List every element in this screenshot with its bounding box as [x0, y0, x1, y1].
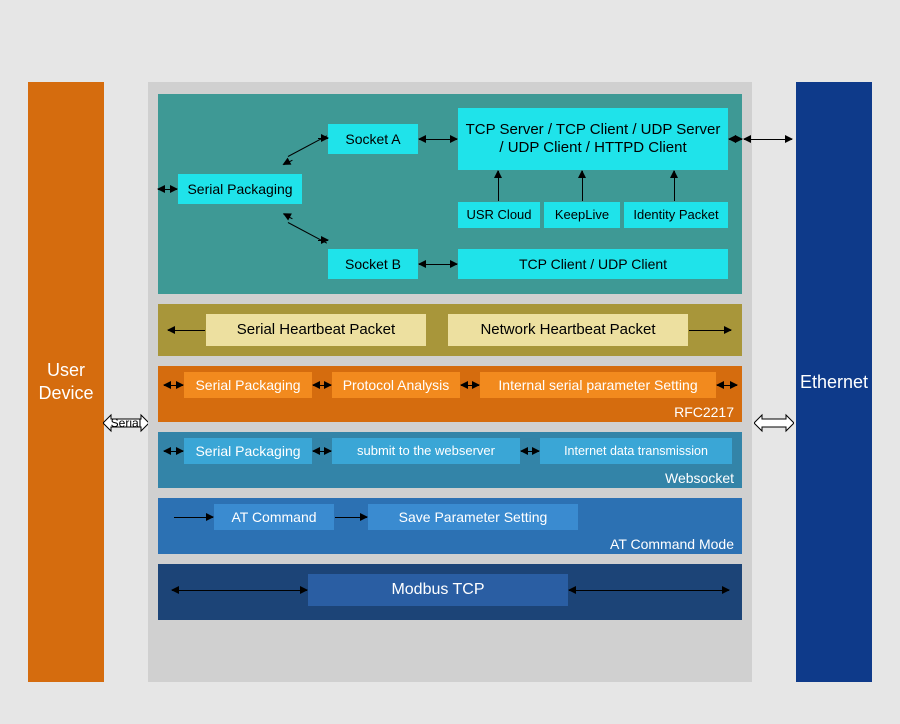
serial-heartbeat-text: Serial Heartbeat Packet [237, 321, 395, 339]
serial-packaging-text: Serial Packaging [187, 181, 292, 198]
rfc-serial-packaging-box: Serial Packaging [184, 372, 312, 398]
main-panel: Serial Packaging Socket A Socket B TCP S… [148, 82, 752, 682]
arrow [729, 139, 742, 140]
user-device-label: User Device [38, 359, 93, 406]
identity-text: Identity Packet [633, 207, 718, 223]
modbus-text: Modbus TCP [391, 580, 484, 599]
arrow [158, 189, 177, 190]
arrow [335, 517, 367, 518]
socket-a-box: Socket A [328, 124, 418, 154]
websocket-group: Serial Packaging submit to the webserver… [158, 432, 742, 488]
arrow [717, 385, 737, 386]
save-param-box: Save Parameter Setting [368, 504, 578, 530]
modbus-group: Modbus TCP [158, 564, 742, 620]
usr-cloud-box: USR Cloud [458, 202, 540, 228]
serial-packaging-box: Serial Packaging [178, 174, 302, 204]
keeplive-text: KeepLive [555, 207, 609, 223]
arrow [283, 160, 292, 166]
arrow [689, 330, 731, 331]
ws-submit-text: submit to the webserver [357, 443, 495, 459]
diagram-canvas: User Device Ethernet Serial Serial Packa… [0, 0, 900, 724]
rfc2217-group: Serial Packaging Protocol Analysis Inter… [158, 366, 742, 422]
arrow [172, 590, 307, 591]
arrow [744, 139, 792, 140]
ws-internet-text: Internet data transmission [564, 444, 708, 459]
internal-setting-box: Internal serial parameter Setting [480, 372, 716, 398]
protocol-analysis-box: Protocol Analysis [332, 372, 460, 398]
arrow [521, 451, 539, 452]
ws-internet-box: Internet data transmission [540, 438, 732, 464]
arrow [174, 517, 213, 518]
arrow [419, 139, 457, 140]
rfc2217-label: RFC2217 [674, 404, 734, 420]
ethernet-block: Ethernet [796, 82, 872, 682]
socket-a-text: Socket A [345, 131, 400, 148]
socket-b-text: Socket B [345, 256, 401, 273]
heartbeat-group: Serial Heartbeat Packet Network Heartbea… [158, 304, 742, 356]
usr-cloud-text: USR Cloud [466, 207, 531, 223]
protocol-analysis-text: Protocol Analysis [343, 377, 450, 394]
tcp-udp-client-box: TCP Client / UDP Client [458, 249, 728, 279]
at-mode-label: AT Command Mode [610, 536, 734, 552]
arrow [164, 385, 183, 386]
modbus-box: Modbus TCP [308, 574, 568, 606]
arrow [569, 590, 729, 591]
ws-serial-packaging-box: Serial Packaging [184, 438, 312, 464]
ws-submit-box: submit to the webserver [332, 438, 520, 464]
serial-label: Serial [111, 416, 142, 430]
user-device-block: User Device [28, 82, 104, 682]
serial-heartbeat-box: Serial Heartbeat Packet [206, 314, 426, 346]
tcp-modes-text: TCP Server / TCP Client / UDP Server / U… [462, 121, 724, 157]
ws-serial-packaging-text: Serial Packaging [195, 443, 300, 460]
at-command-group: AT Command Save Parameter Setting AT Com… [158, 498, 742, 554]
at-command-box: AT Command [214, 504, 334, 530]
arrow [582, 171, 583, 201]
save-param-text: Save Parameter Setting [399, 509, 548, 526]
at-command-text: AT Command [231, 509, 316, 526]
tcp-udp-client-text: TCP Client / UDP Client [519, 256, 667, 273]
arrow [168, 330, 205, 331]
network-heartbeat-box: Network Heartbeat Packet [448, 314, 688, 346]
keeplive-box: KeepLive [544, 202, 620, 228]
arrow [164, 451, 183, 452]
arrow [461, 385, 479, 386]
internal-setting-text: Internal serial parameter Setting [498, 377, 697, 394]
network-heartbeat-text: Network Heartbeat Packet [480, 321, 655, 339]
arrow [313, 385, 331, 386]
arrow [318, 240, 328, 241]
arrow [313, 451, 331, 452]
websocket-label: Websocket [665, 470, 734, 486]
identity-box: Identity Packet [624, 202, 728, 228]
arrow [318, 138, 328, 139]
tcp-modes-box: TCP Server / TCP Client / UDP Server / U… [458, 108, 728, 170]
arrow [419, 264, 457, 265]
arrow [498, 171, 499, 201]
socket-group: Serial Packaging Socket A Socket B TCP S… [158, 94, 742, 294]
arrow [283, 214, 292, 220]
arrow [674, 171, 675, 201]
serial-connector: Serial [103, 412, 149, 434]
socket-b-box: Socket B [328, 249, 418, 279]
ethernet-connector [754, 412, 794, 434]
rfc-serial-packaging-text: Serial Packaging [195, 377, 300, 394]
ethernet-label: Ethernet [800, 372, 868, 393]
